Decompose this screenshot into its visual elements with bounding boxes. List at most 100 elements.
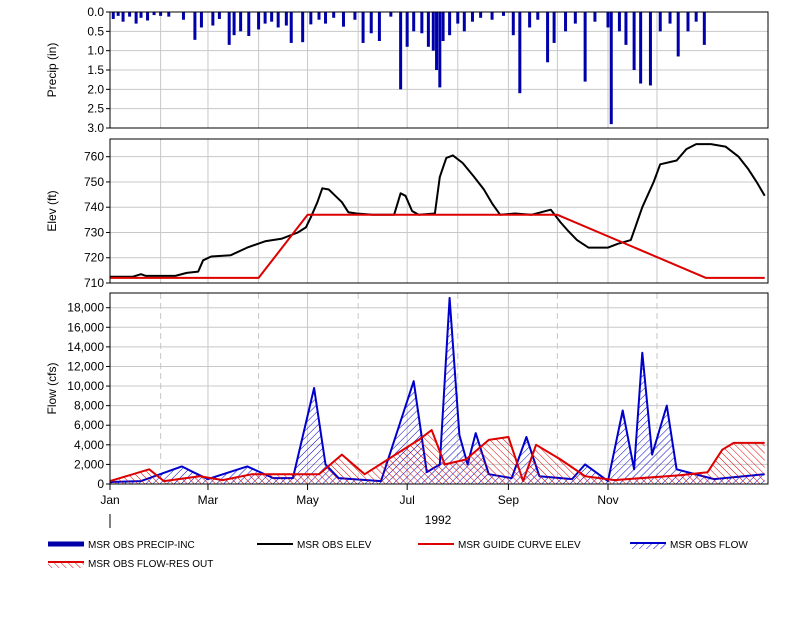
legend-label: MSR OBS FLOW: [670, 540, 748, 551]
precip-bar: [134, 12, 138, 24]
precip-bar: [121, 12, 125, 22]
precip-y-tick-label: 1.0: [87, 44, 104, 58]
precip-bar: [167, 12, 171, 17]
precip-bar: [441, 12, 445, 41]
precip-bar: [536, 12, 540, 20]
precip-bar: [694, 12, 698, 22]
precip-bar: [276, 12, 280, 28]
precip-bar: [448, 12, 452, 36]
flow-y-tick-label: 18,000: [67, 301, 104, 315]
flow-y-tick-label: 0: [97, 477, 104, 491]
precip-bar: [324, 12, 328, 24]
x-tick-label: Nov: [597, 493, 618, 507]
elevation-y-tick-label: 760: [84, 150, 104, 164]
precip-bar: [289, 12, 293, 43]
precip-bar: [435, 12, 439, 70]
precip-bar: [369, 12, 373, 34]
precip-bar: [405, 12, 409, 47]
flow-y-tick-label: 16,000: [67, 320, 104, 334]
precip-bar: [686, 12, 690, 32]
precip-bar: [583, 12, 587, 82]
precip-bar: [528, 12, 532, 28]
precip-bar: [573, 12, 577, 24]
precip-bar: [648, 12, 652, 86]
precip-bar: [317, 12, 321, 20]
legend-label: MSR OBS PRECIP-INC: [88, 540, 195, 551]
precip-bar: [227, 12, 231, 45]
precip-bar: [232, 12, 236, 36]
precip-bar: [456, 12, 460, 24]
precip-bar: [389, 12, 393, 17]
precip-bar: [377, 12, 381, 41]
legend-label: MSR OBS ELEV: [297, 540, 372, 551]
flow-y-tick-label: 2,000: [74, 457, 104, 471]
precip-bar: [263, 12, 267, 24]
precip-bar: [301, 12, 305, 43]
precip-bar: [632, 12, 636, 70]
elevation-y-tick-label: 710: [84, 276, 104, 290]
precip-bar: [353, 12, 357, 20]
elevation-y-tick-label: 750: [84, 175, 104, 189]
precip-bar: [518, 12, 522, 94]
precip-y-tick-label: 2.5: [87, 102, 104, 116]
precip-bar: [211, 12, 215, 26]
precip-bar: [159, 12, 163, 16]
elevation-y-tick-label: 720: [84, 251, 104, 265]
precip-bar: [217, 12, 221, 19]
elevation-y-tick-label: 730: [84, 225, 104, 239]
flow-y-tick-label: 4,000: [74, 438, 104, 452]
precip-bar: [332, 12, 336, 18]
elevation-y-axis-title: Elev (ft): [45, 190, 59, 231]
precip-bar: [479, 12, 483, 18]
flow-y-axis-title: Flow (cfs): [45, 363, 59, 415]
precip-bar: [181, 12, 185, 20]
elevation-y-tick-label: 740: [84, 200, 104, 214]
precip-bar: [606, 12, 610, 28]
precip-y-tick-label: 0.0: [87, 5, 104, 19]
flow-y-tick-label: 14,000: [67, 340, 104, 354]
precip-bar: [511, 12, 515, 36]
precip-bar: [341, 12, 345, 27]
precip-bar: [658, 12, 662, 32]
precip-bar: [462, 12, 466, 32]
flow-y-tick-label: 6,000: [74, 418, 104, 432]
precip-bar: [593, 12, 597, 22]
precip-bar: [399, 12, 403, 90]
precip-bar: [624, 12, 628, 45]
hydrograph-chart: 0.0 0.5 1.0 1.5 2.0 2.5 3.0 Precip (in) 710 720 73…: [45, 5, 769, 570]
precip-bar: [111, 12, 115, 19]
precip-bar: [309, 12, 313, 25]
precip-y-axis-title: Precip (in): [45, 43, 59, 98]
precip-bar: [676, 12, 680, 57]
precip-bar: [546, 12, 550, 63]
precip-bar: [193, 12, 197, 40]
x-tick-label: Jan: [100, 493, 119, 507]
precip-bar: [609, 12, 613, 125]
flow-y-tick-label: 10,000: [67, 379, 104, 393]
x-year-label: 1992: [425, 513, 452, 527]
precip-bar: [116, 12, 120, 16]
precip-bar: [426, 12, 430, 47]
precip-bar: [639, 12, 643, 84]
precip-y-tick-label: 1.5: [87, 63, 104, 77]
precip-bar: [139, 12, 143, 18]
precip-y-tick-label: 0.5: [87, 24, 104, 38]
precip-bar: [702, 12, 706, 45]
precip-bar: [431, 12, 435, 51]
x-tick-label: Jul: [399, 493, 414, 507]
precip-bar: [470, 12, 474, 22]
legend-label: MSR GUIDE CURVE ELEV: [458, 540, 581, 551]
precip-bar: [412, 12, 416, 32]
precip-bar: [420, 12, 424, 34]
precip-bar: [552, 12, 556, 43]
flow-y-tick-label: 12,000: [67, 359, 104, 373]
precip-bar: [438, 12, 442, 88]
precip-bar: [490, 12, 494, 20]
precip-bar: [199, 12, 203, 28]
precip-bar: [668, 12, 672, 24]
precip-bar: [617, 12, 621, 32]
precip-bar: [501, 12, 505, 16]
precip-y-tick-label: 2.0: [87, 82, 104, 96]
precip-bar: [564, 12, 568, 32]
flow-y-tick-label: 8,000: [74, 399, 104, 413]
